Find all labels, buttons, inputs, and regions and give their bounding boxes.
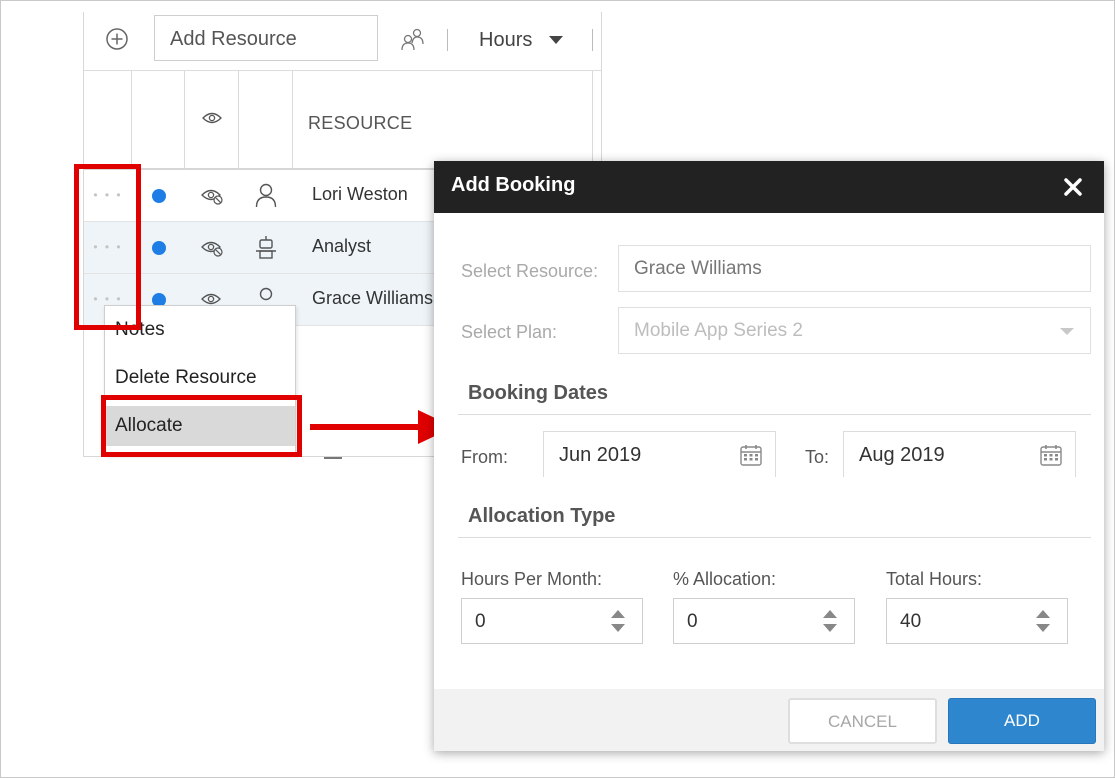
toolbar-divider xyxy=(447,29,448,51)
chevron-down-icon xyxy=(1060,328,1074,335)
eye-hidden-icon[interactable] xyxy=(200,186,224,206)
select-resource-label: Select Resource: xyxy=(461,261,599,281)
resource-name[interactable]: Analyst xyxy=(312,236,371,257)
grid-toolbar: Add Resource Hours xyxy=(84,12,601,71)
add-circle-icon[interactable] xyxy=(106,28,128,50)
section-divider xyxy=(458,537,1091,538)
resource-column-header[interactable]: RESOURCE xyxy=(308,113,412,134)
eye-icon[interactable] xyxy=(202,111,222,125)
percent-allocation-stepper[interactable]: 0 xyxy=(673,598,855,644)
from-label: From: xyxy=(461,447,508,467)
partial-divider xyxy=(324,457,342,459)
people-icon[interactable] xyxy=(400,26,426,52)
select-plan-dropdown[interactable]: Mobile App Series 2 xyxy=(618,307,1091,354)
status-dot xyxy=(152,241,166,255)
dialog-header: Add Booking xyxy=(434,161,1104,213)
person-icon xyxy=(255,183,277,208)
total-hours-value: 40 xyxy=(900,611,922,632)
from-date-field[interactable]: Jun 2019 xyxy=(543,431,776,477)
robot-icon xyxy=(256,236,276,259)
percent-allocation-value: 0 xyxy=(687,611,698,632)
select-resource-field[interactable]: Grace Williams xyxy=(618,245,1091,292)
calendar-icon[interactable] xyxy=(1039,443,1063,467)
close-icon[interactable] xyxy=(1062,176,1084,198)
menu-item-delete-resource[interactable]: Delete Resource xyxy=(105,358,295,398)
spinner-arrows-icon[interactable] xyxy=(1035,608,1051,634)
to-date-field[interactable]: Aug 2019 xyxy=(843,431,1076,477)
caret-down-icon[interactable] xyxy=(549,36,563,44)
hours-dropdown[interactable]: Hours xyxy=(479,29,532,52)
annotation-highlight-box xyxy=(74,164,141,330)
from-date-value: Jun 2019 xyxy=(559,444,642,466)
toolbar-divider xyxy=(592,29,593,51)
annotation-arrow-shaft xyxy=(310,424,422,430)
add-resource-input[interactable]: Add Resource xyxy=(154,15,378,61)
hours-per-month-value: 0 xyxy=(475,611,486,632)
to-label: To: xyxy=(805,447,830,467)
spinner-arrows-icon[interactable] xyxy=(610,608,626,634)
eye-hidden-icon[interactable] xyxy=(200,238,224,258)
section-divider xyxy=(458,414,1091,415)
dialog-footer: CANCEL ADD xyxy=(434,689,1104,751)
select-plan-label: Select Plan: xyxy=(461,322,558,342)
dialog-title: Add Booking xyxy=(451,174,576,196)
resource-name[interactable]: Lori Weston xyxy=(312,184,408,205)
annotation-highlight-box xyxy=(101,395,302,457)
add-button[interactable]: ADD xyxy=(948,698,1096,744)
booking-dates-heading: Booking Dates xyxy=(468,382,609,404)
allocation-type-heading: Allocation Type xyxy=(468,505,616,527)
total-hours-stepper[interactable]: 40 xyxy=(886,598,1068,644)
add-booking-dialog: Add Booking Select Resource: Grace Willi… xyxy=(434,161,1104,751)
hours-per-month-label: Hours Per Month: xyxy=(461,569,603,589)
hours-per-month-stepper[interactable]: 0 xyxy=(461,598,643,644)
column-divider xyxy=(592,71,593,169)
status-dot xyxy=(152,189,166,203)
select-plan-value: Mobile App Series 2 xyxy=(634,320,803,341)
cancel-button[interactable]: CANCEL xyxy=(788,698,937,744)
to-date-value: Aug 2019 xyxy=(859,444,945,466)
spinner-arrows-icon[interactable] xyxy=(822,608,838,634)
calendar-icon[interactable] xyxy=(739,443,763,467)
total-hours-label: Total Hours: xyxy=(886,569,983,589)
grid-header: RESOURCE xyxy=(84,71,601,170)
resource-name[interactable]: Grace Williams xyxy=(312,288,433,309)
percent-allocation-label: % Allocation: xyxy=(673,569,777,589)
